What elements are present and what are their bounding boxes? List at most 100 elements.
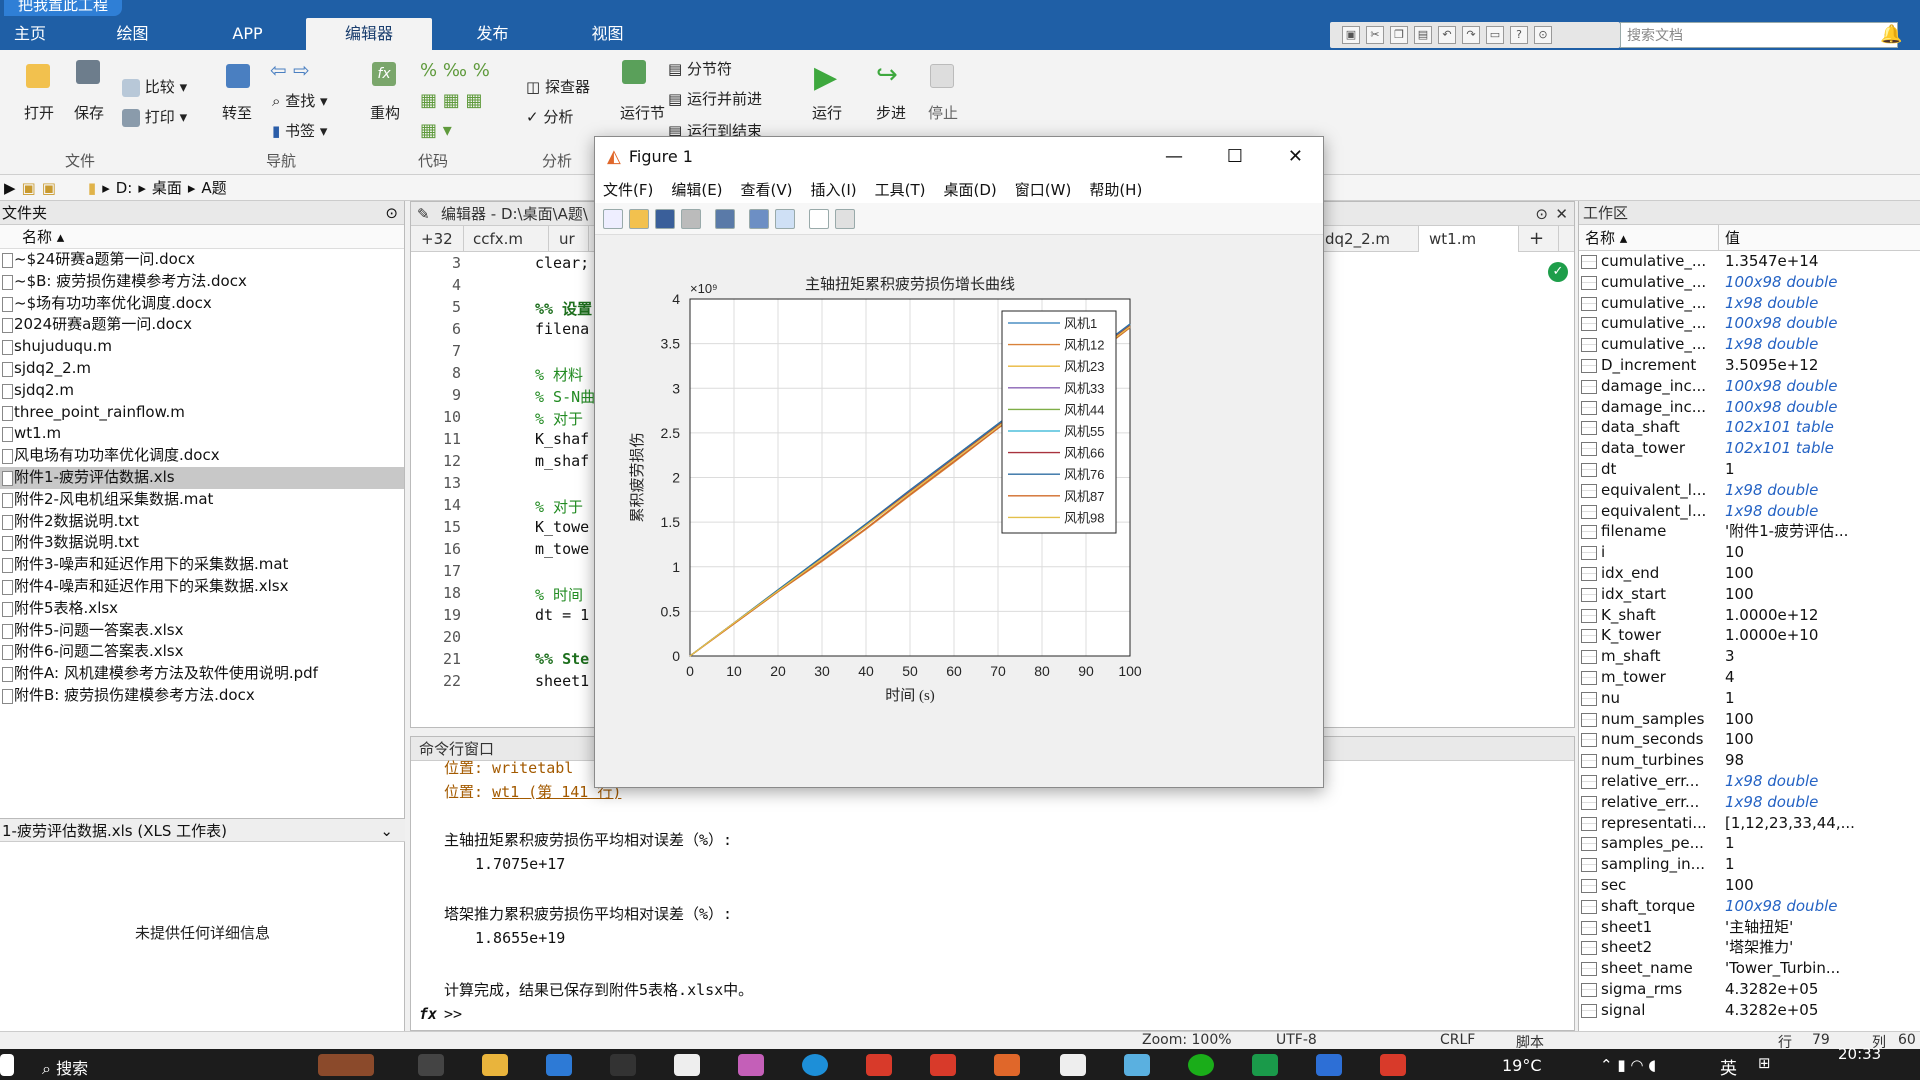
print-figure-icon[interactable] [681,208,701,229]
workspace-variable-row[interactable]: sheet1 '主轴扭矩' [1579,917,1920,938]
help-icon[interactable]: ? [1510,26,1528,44]
line-chart[interactable]: 0 10 20 30 40 50 60 70 80 90 100 0 0.5 1 1.5 2 2.5 3 3.5 4 主… [595,235,1323,787]
code-line[interactable]: dt = 1 [535,606,589,624]
tab-publish[interactable]: 发布 [455,18,530,50]
tab-home[interactable]: 主页 [0,18,60,50]
bell-icon[interactable]: 🔔 [1880,24,1904,46]
workspace-variable-row[interactable]: nu 1 [1579,688,1920,709]
section-break-button[interactable]: ▤ 分节符 [668,58,732,79]
property-inspector-icon[interactable] [835,208,855,229]
link-plot-icon[interactable] [715,208,735,229]
workspace-variable-row[interactable]: damage_inc... 100x98 double [1579,397,1920,418]
tab-plots[interactable]: 绘图 [95,18,170,50]
command-prompt[interactable]: >> [444,1005,462,1023]
figure-title-bar[interactable]: ◭ Figure 1 — ☐ ✕ [595,137,1323,175]
code-line[interactable]: m_shaf [535,452,589,470]
file-list-item[interactable]: 附件2数据说明.txt [0,511,404,533]
app-icon-5[interactable] [1252,1054,1278,1076]
tab-ccfx[interactable]: ccfx.m [463,226,549,252]
nav-arrow-icon[interactable]: ▶ [4,179,16,197]
analyze-button[interactable]: ✓ 分析 [526,106,573,127]
menu-insert[interactable]: 插入(I) [811,179,857,200]
file-list-item[interactable]: ~$B: 疲劳损伤建模参考方法.docx [0,271,404,293]
file-list-item[interactable]: 附件4-噪声和延迟作用下的采集数据.xlsx [0,576,404,598]
wps-icon[interactable] [866,1054,892,1076]
copy-icon[interactable]: ❐ [1390,26,1408,44]
close-icon[interactable]: ✕ [1288,146,1303,167]
ws-value-column[interactable]: 值 [1719,225,1899,250]
workspace-variable-row[interactable]: signal 4.3282e+05 [1579,1000,1920,1021]
stop-button[interactable]: 停止 [928,102,958,123]
add-tab-button[interactable]: + [1519,226,1559,252]
error-link[interactable]: wt1 [492,783,519,801]
file-list-item[interactable]: 附件2-风电机组采集数据.mat [0,489,404,511]
plot-area[interactable]: 0 10 20 30 40 50 60 70 80 90 100 0 0.5 1 1.5 2 2.5 3 3.5 4 主… [595,235,1323,787]
workspace-variable-row[interactable]: num_seconds 100 [1579,729,1920,750]
analysis-ok-icon[interactable]: ✓ [1548,262,1568,282]
workspace-variable-row[interactable]: equivalent_l... 1x98 double [1579,501,1920,522]
edge-icon[interactable] [802,1054,828,1076]
print-button[interactable]: 打印 ▾ [122,106,187,127]
workspace-variable-row[interactable]: data_shaft 102x101 table [1579,417,1920,438]
redo-icon[interactable]: ↷ [1462,26,1480,44]
code-line[interactable]: % 时间 [535,584,583,605]
name-column-header[interactable]: 名称 ▴ [0,225,404,249]
app-icon-2[interactable] [738,1054,764,1076]
menu-desktop[interactable]: 桌面(D) [944,179,997,200]
wps-icon-2[interactable] [930,1054,956,1076]
wechat-icon[interactable] [1188,1054,1214,1076]
fx-icon[interactable]: fx [372,62,396,86]
colorbar-icon[interactable] [749,208,769,229]
workspace-variable-row[interactable]: sampling_in... 1 [1579,854,1920,875]
tray-icons[interactable]: ⌃ ▮ ◠ ◖ [1600,1056,1656,1074]
breadcrumb-drive[interactable]: D: [116,179,133,197]
workspace-variable-row[interactable]: cumulative_... 1x98 double [1579,293,1920,314]
workspace-variable-row[interactable]: m_shaft 3 [1579,646,1920,667]
run-button[interactable]: 运行 [812,102,842,123]
save-button[interactable]: 保存 [74,102,104,123]
profiler-button[interactable]: ◫ 探查器 [526,76,590,97]
workspace-variable-row[interactable]: filename '附件1-疲劳评估... [1579,521,1920,542]
file-list-item[interactable]: sjdq2.m [0,380,404,402]
open-button[interactable]: 打开 [24,102,54,123]
search-field[interactable]: 搜索文档 ⌕ [1620,22,1898,48]
find-button[interactable]: ⌕ 查找 ▾ [272,90,328,111]
tab-dq2[interactable]: dq2_2.m [1315,226,1419,252]
workspace-variable-row[interactable]: D_increment 3.5095e+12 [1579,355,1920,376]
tab-ur[interactable]: ur [549,226,589,252]
code-line[interactable]: clear; [535,254,589,272]
workspace-variable-row[interactable]: shaft_torque 100x98 double [1579,896,1920,917]
workspace-variable-row[interactable]: samples_pe... 1 [1579,833,1920,854]
workspace-variable-row[interactable]: representati... [1,12,23,33,44,... [1579,813,1920,834]
task-view-icon[interactable] [418,1054,444,1076]
new-figure-icon[interactable] [603,208,623,229]
up-folder-icon[interactable]: ▣ [22,179,36,197]
browse-folder-icon[interactable]: ▣ [42,179,56,197]
code-line[interactable]: K_towe [535,518,589,536]
menu-file[interactable]: 文件(F) [603,179,653,200]
workspace-variable-row[interactable]: sheet_name 'Tower_Turbin... [1579,958,1920,979]
code-line[interactable]: %% Ste [535,650,589,668]
goto-button[interactable]: 转至 [222,102,252,123]
open-file-icon[interactable] [629,208,649,229]
workspace-variable-row[interactable]: idx_start 100 [1579,584,1920,605]
back-arrow-icon[interactable]: ⇦ ⇨ [270,58,310,82]
stop-icon[interactable] [930,64,954,92]
breadcrumb-folder[interactable]: A题 [201,177,226,198]
workspace-variable-row[interactable]: cumulative_... 100x98 double [1579,313,1920,334]
file-list-item[interactable]: 附件6-问题二答案表.xlsx [0,641,404,663]
app-icon[interactable] [610,1054,636,1076]
ime-indicator[interactable]: 英 [1720,1054,1737,1079]
run-section-icon[interactable] [622,60,646,88]
ime-grid-icon[interactable]: ⊞ [1758,1054,1771,1072]
goto-arrow-icon[interactable] [226,64,250,92]
windows-start-icon[interactable] [0,1054,14,1076]
clock-time[interactable]: 20:33 [1838,1045,1881,1063]
menu-window[interactable]: 窗口(W) [1015,179,1072,200]
run-advance-button[interactable]: ▤ 运行并前进 [668,88,762,109]
community-icon[interactable]: ⊙ [1534,26,1552,44]
workspace-variable-row[interactable]: relative_err... 1x98 double [1579,792,1920,813]
minimize-icon[interactable]: — [1165,146,1183,167]
workspace-variable-row[interactable]: sheet2 '塔架推力' [1579,937,1920,958]
workspace-variable-row[interactable]: data_tower 102x101 table [1579,438,1920,459]
